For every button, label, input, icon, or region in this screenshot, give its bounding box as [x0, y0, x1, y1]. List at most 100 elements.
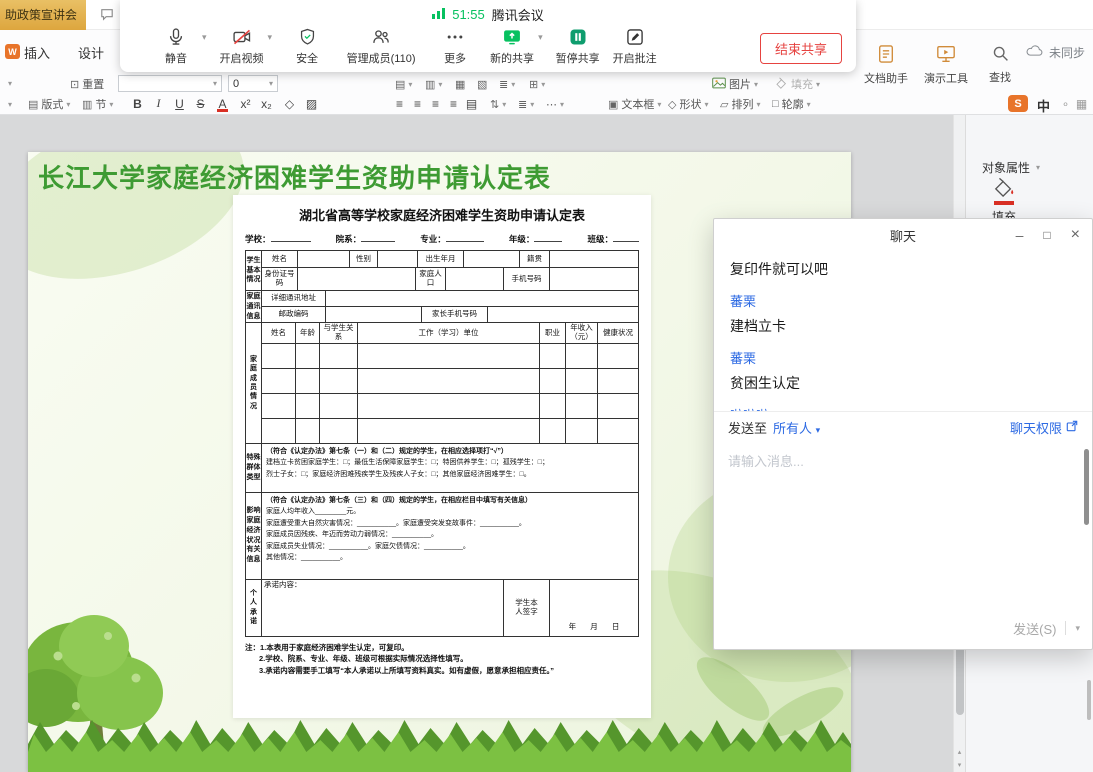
- mute-button[interactable]: 静音: [154, 26, 198, 66]
- form-object[interactable]: 湖北省高等学校家庭经济困难学生资助申请认定表 学校： 院系： 专业： 年级： 班…: [233, 195, 651, 718]
- pause-share-button[interactable]: 暂停共享: [556, 26, 600, 66]
- paragraph-spacing-button[interactable]: ⇅▾: [490, 95, 506, 113]
- more-icon: [445, 26, 465, 48]
- chat-scrollbar-thumb[interactable]: [1084, 449, 1089, 525]
- text-effects-button[interactable]: ▨: [302, 94, 321, 113]
- grass-illustration: [28, 714, 851, 772]
- highlight-button[interactable]: ◇: [280, 94, 299, 113]
- ribbon-tab-insert[interactable]: 插入: [24, 43, 50, 62]
- collapsed-control-caret[interactable]: ▾: [8, 100, 12, 109]
- line-spacing-button[interactable]: ≣▾: [499, 75, 515, 93]
- font-color-button[interactable]: A: [213, 94, 232, 113]
- new-share-button[interactable]: 新的共享: [490, 26, 534, 66]
- table-row: [262, 368, 638, 393]
- chat-username: 蕃栗: [730, 291, 1076, 310]
- reset-button[interactable]: ⊡ 重置: [70, 75, 104, 93]
- doc-assistant-button[interactable]: 文档助手: [858, 44, 914, 86]
- chat-bubble-icon[interactable]: [100, 8, 114, 21]
- picture-button[interactable]: 图片▾: [712, 75, 758, 93]
- start-video-button[interactable]: 开启视频: [220, 26, 264, 66]
- annotate-button[interactable]: 开启批注: [613, 26, 657, 66]
- subscript-button[interactable]: x₂: [257, 94, 276, 113]
- panel-scrollbar-thumb[interactable]: [1087, 680, 1091, 720]
- video-options-caret[interactable]: ▾: [268, 32, 273, 43]
- font-size-select[interactable]: 0▾: [228, 75, 278, 92]
- align-right-button[interactable]: ≡: [426, 94, 445, 113]
- chat-message-list[interactable]: 复印件就可以吧 蕃栗 建档立卡 蕃栗 贫困生认定 啦啦啦 拍照保存 赖志慧 19…: [714, 251, 1092, 411]
- search-icon: [991, 44, 1010, 66]
- chat-message-group: 蕃栗 贫困生认定: [730, 348, 1076, 393]
- share-options-caret[interactable]: ▾: [538, 32, 543, 43]
- line-options-button[interactable]: ≣▾: [518, 95, 534, 113]
- wps-app-icon[interactable]: W: [5, 44, 20, 59]
- outline-button[interactable]: □轮廓▾: [772, 95, 811, 113]
- underline-button[interactable]: U: [170, 94, 189, 113]
- present-tools-button[interactable]: 演示工具: [918, 44, 974, 86]
- columns-button[interactable]: ⊞▾: [529, 75, 545, 93]
- indent-decrease-button[interactable]: ▦: [455, 75, 465, 93]
- wps-logo-icon[interactable]: S: [1008, 95, 1028, 112]
- superscript-button[interactable]: x²: [236, 94, 255, 113]
- find-button[interactable]: 查找: [972, 44, 1028, 85]
- present-tools-icon: [936, 44, 956, 67]
- textbox-button[interactable]: ▣文本框▾: [608, 95, 661, 113]
- object-properties-header[interactable]: 对象属性 ▾: [982, 159, 1040, 176]
- align-justify-button[interactable]: ≡: [444, 94, 463, 113]
- cell-header: 工作（学习）单位: [358, 323, 540, 342]
- bold-button[interactable]: B: [128, 94, 147, 113]
- fill-color-swatch: [994, 201, 1014, 205]
- slide-title[interactable]: 长江大学家庭经济困难学生资助申请认定表: [38, 158, 551, 195]
- send-button[interactable]: 发送(S): [1013, 619, 1056, 638]
- fill-icon: [775, 77, 788, 92]
- indent-increase-button[interactable]: ▧: [477, 75, 487, 93]
- security-button[interactable]: 安全: [285, 26, 329, 66]
- meta-major: 专业：: [420, 234, 446, 244]
- ime-indicator[interactable]: 中: [1037, 96, 1050, 115]
- manage-members-button[interactable]: 管理成员(110): [342, 26, 420, 66]
- more-format-button[interactable]: ⋯▾: [546, 95, 564, 113]
- minimize-icon[interactable]: –: [1016, 227, 1024, 243]
- align-left-button[interactable]: ≡: [390, 94, 409, 113]
- chat-permission-button[interactable]: 聊天权限: [1010, 418, 1078, 437]
- mute-options-caret[interactable]: ▾: [202, 32, 207, 43]
- scroll-down-icon[interactable]: ▾: [958, 761, 962, 769]
- send-options-caret[interactable]: ▾: [1075, 623, 1080, 634]
- number-list-button[interactable]: ▥▾: [425, 75, 442, 93]
- font-family-select[interactable]: ▾: [118, 75, 222, 92]
- chat-message: 建档立卡: [730, 316, 1076, 336]
- economic-line: 家庭人均年收入________元。: [266, 506, 634, 518]
- shapes-button[interactable]: ◇形状▾: [668, 95, 708, 113]
- cell-header: 健康状况: [598, 323, 638, 342]
- screen: 助政策宣讲会 × 1 W 插入 设计 未同步 ⊡ 重置: [0, 0, 1093, 772]
- meeting-status: 51:55 腾讯会议: [120, 5, 856, 24]
- send-to-label: 发送至: [728, 418, 767, 437]
- form-notes: 注：1.本表用于家庭经济困难学生认定，可复印。 2.学校、院系、专业、年级、班级…: [245, 642, 639, 677]
- collapsed-control-caret[interactable]: ▾: [8, 79, 12, 88]
- chat-username: 蕃栗: [730, 348, 1076, 367]
- doc-assistant-icon: [877, 44, 895, 67]
- chat-input[interactable]: [714, 443, 1092, 615]
- strikethrough-button[interactable]: S: [191, 94, 210, 113]
- ime-keyboard-icon[interactable]: ▦: [1072, 94, 1091, 113]
- bullet-list-button[interactable]: ▤▾: [395, 75, 412, 93]
- sync-status[interactable]: 未同步: [1026, 44, 1085, 61]
- cell-header: 家长手机号码: [422, 307, 488, 322]
- meeting-app-name: 腾讯会议: [492, 5, 544, 24]
- layout-button[interactable]: ▤版式▾: [28, 95, 70, 113]
- close-icon[interactable]: ×: [1071, 226, 1080, 244]
- italic-button[interactable]: I: [149, 94, 168, 113]
- end-share-button[interactable]: 结束共享: [760, 33, 842, 64]
- scroll-up-icon[interactable]: ▴: [958, 748, 962, 756]
- section-button[interactable]: ▥节▾: [82, 95, 113, 113]
- distribute-button[interactable]: ▤: [462, 94, 481, 113]
- arrange-button[interactable]: ▱排列▾: [720, 95, 760, 113]
- chat-header[interactable]: 聊天 – □ ×: [714, 219, 1092, 251]
- ribbon-tab-design[interactable]: 设计: [78, 43, 104, 62]
- more-button[interactable]: 更多: [433, 26, 477, 66]
- align-center-button[interactable]: ≡: [408, 94, 427, 113]
- meta-grade: 年级：: [509, 234, 535, 244]
- document-tab[interactable]: 助政策宣讲会: [0, 0, 86, 30]
- fill-button[interactable]: 填充▾: [775, 75, 820, 93]
- maximize-icon[interactable]: □: [1043, 228, 1050, 242]
- send-to-select[interactable]: 所有人 ▾: [773, 418, 820, 437]
